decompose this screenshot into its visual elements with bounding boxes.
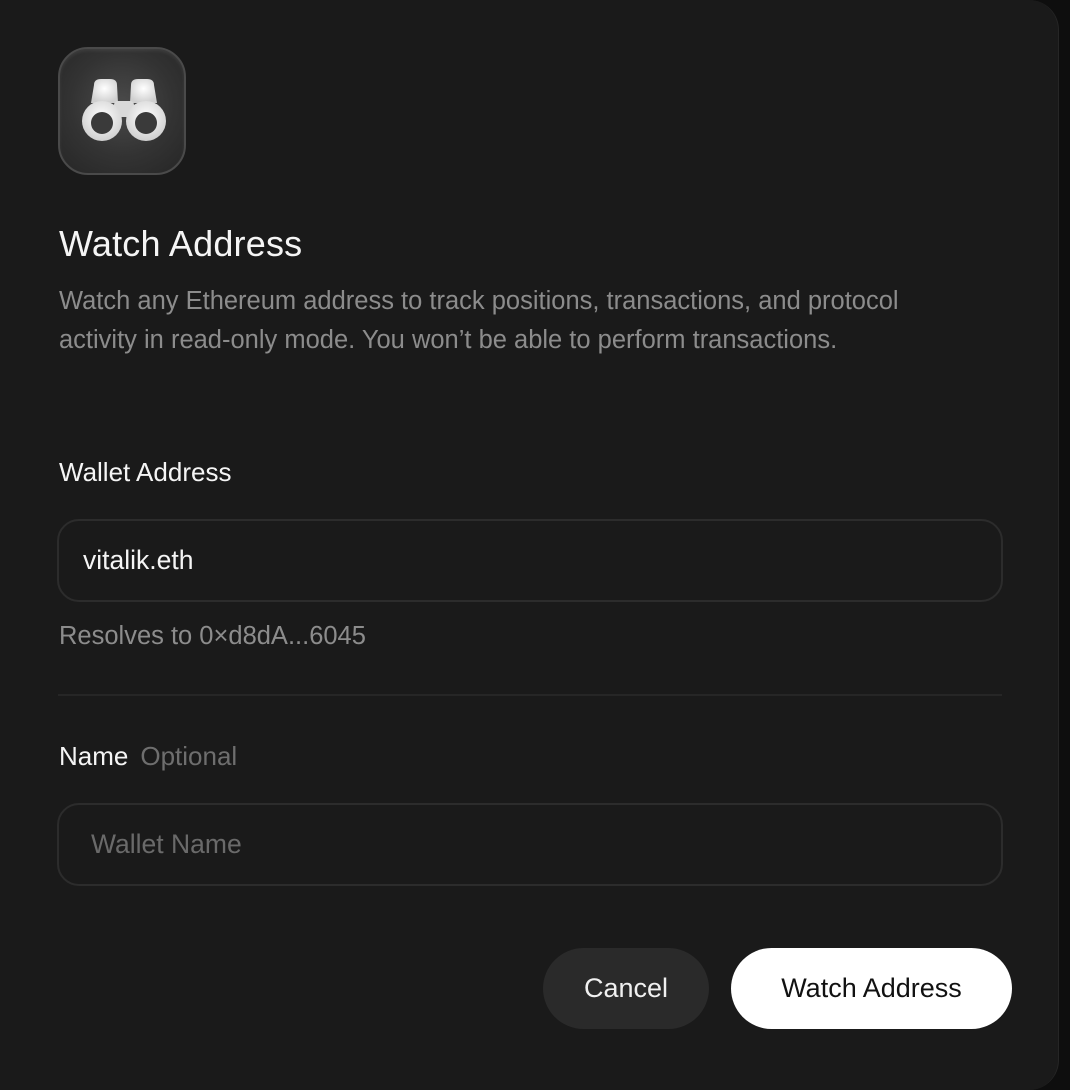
watch-address-button[interactable]: Watch Address [731, 948, 1012, 1029]
dialog-title: Watch Address [59, 223, 303, 264]
divider [58, 694, 1002, 696]
binoculars-icon-tile [58, 47, 186, 175]
wallet-address-label: Wallet Address [59, 457, 232, 487]
wallet-name-input[interactable] [59, 805, 1001, 884]
wallet-address-input[interactable] [59, 521, 1001, 600]
dialog-description: Watch any Ethereum address to track posi… [59, 287, 899, 354]
wallet-name-input-box [57, 803, 1003, 886]
binoculars-icon [82, 79, 166, 141]
name-label: Name [59, 741, 129, 771]
cancel-button[interactable]: Cancel [543, 948, 709, 1029]
wallet-address-input-box [57, 519, 1003, 602]
watch-address-dialog: Watch Address Watch any Ethereum address… [0, 0, 1059, 1090]
name-label-row: Name Optional [59, 739, 237, 773]
optional-tag: Optional [140, 741, 238, 771]
resolved-address-text: Resolves to 0×d8dA...6045 [59, 622, 366, 650]
